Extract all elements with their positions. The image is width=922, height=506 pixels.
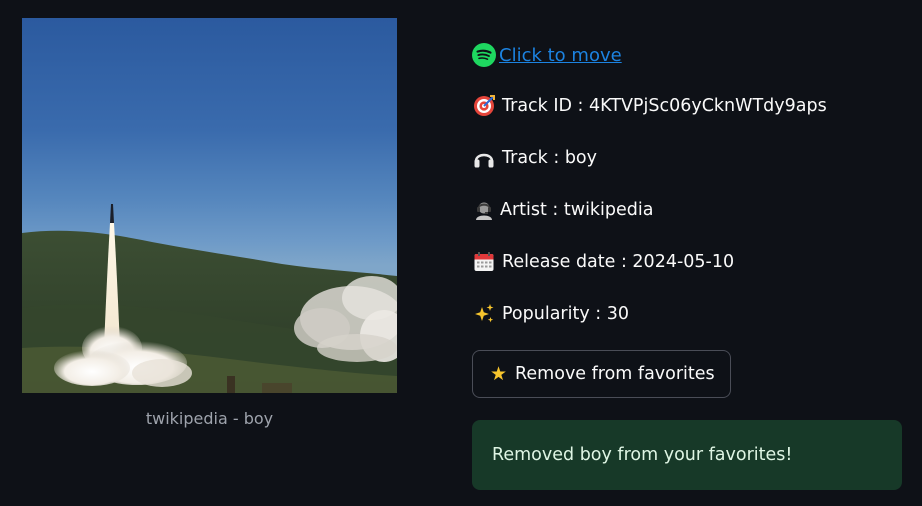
sparkles-icon — [472, 302, 496, 326]
target-icon — [472, 94, 496, 118]
remove-from-favorites-button[interactable]: ★ Remove from favorites — [472, 350, 731, 398]
artist-icon — [472, 198, 496, 222]
album-art-image — [22, 18, 397, 393]
track-id-row: Track ID : 4KTVPjSc06yCknWTdy9aps — [472, 91, 827, 121]
success-alert-message: Removed boy from your favorites! — [492, 445, 793, 465]
calendar-icon — [472, 250, 496, 274]
remove-from-favorites-label: Remove from favorites — [515, 364, 715, 384]
release-date-row: Release date : 2024-05-10 — [472, 247, 734, 277]
track-detail-page: twikipedia - boy Click to move Track ID … — [0, 0, 922, 506]
artist-label: Artist : twikipedia — [500, 200, 654, 220]
headphones-icon — [472, 146, 496, 170]
star-icon: ★ — [490, 363, 508, 385]
release-date-label: Release date : 2024-05-10 — [502, 252, 735, 272]
spotify-icon — [472, 43, 496, 67]
popularity-row: Popularity : 30 — [472, 299, 629, 329]
track-row: Track : boy — [472, 143, 597, 173]
track-id-label: Track ID : 4KTVPjSc06yCknWTdy9aps — [502, 96, 827, 116]
artist-row: Artist : twikipedia — [472, 195, 654, 225]
popularity-label: Popularity : 30 — [502, 304, 629, 324]
album-art-column: twikipedia - boy — [22, 18, 397, 428]
spotify-link[interactable]: Click to move — [499, 45, 622, 66]
spotify-link-row[interactable]: Click to move — [472, 40, 622, 70]
track-label: Track : boy — [502, 148, 597, 168]
success-alert: Removed boy from your favorites! — [472, 420, 902, 490]
album-caption: twikipedia - boy — [145, 409, 274, 428]
